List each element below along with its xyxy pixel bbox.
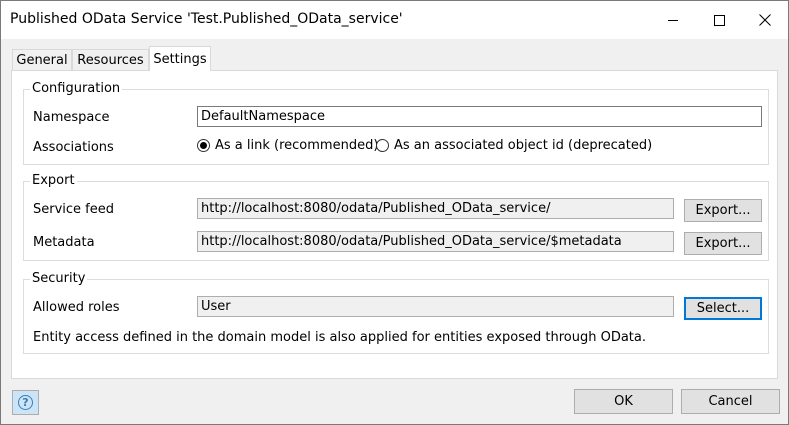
close-icon	[759, 14, 771, 26]
ok-button[interactable]: OK	[574, 389, 673, 414]
configuration-group-label: Configuration	[30, 81, 123, 96]
security-group: Security Allowed roles User Select... En…	[23, 271, 769, 354]
title-bar: Published OData Service 'Test.Published_…	[1, 1, 788, 39]
service-feed-label: Service feed	[33, 202, 115, 217]
association-link-radio[interactable]: As a link (recommended)	[197, 138, 378, 153]
export-group-label: Export	[30, 173, 77, 188]
security-group-label: Security	[30, 271, 88, 286]
close-button[interactable]	[742, 1, 788, 39]
metadata-field: http://localhost:8080/odata/Published_OD…	[197, 231, 674, 252]
metadata-export-button[interactable]: Export...	[684, 232, 762, 255]
help-icon: ?	[18, 395, 33, 410]
help-button[interactable]: ?	[12, 390, 39, 415]
association-id-label: As an associated object id (deprecated)	[394, 138, 653, 153]
associations-label: Associations	[33, 140, 114, 155]
settings-panel: Configuration Namespace DefaultNamespace…	[11, 70, 778, 379]
export-group: Export Service feed http://localhost:808…	[23, 173, 769, 261]
metadata-label: Metadata	[33, 235, 95, 250]
select-roles-button[interactable]: Select...	[684, 297, 762, 320]
window-title: Published OData Service 'Test.Published_…	[10, 11, 403, 27]
minimize-button[interactable]	[650, 1, 696, 39]
namespace-label: Namespace	[33, 110, 110, 125]
association-id-radio[interactable]: As an associated object id (deprecated)	[376, 138, 652, 153]
service-feed-export-button[interactable]: Export...	[684, 199, 762, 222]
minimize-icon	[668, 19, 678, 21]
radio-unselected-icon	[376, 139, 389, 152]
allowed-roles-field: User	[197, 296, 674, 317]
namespace-input[interactable]: DefaultNamespace	[197, 106, 762, 127]
service-feed-field: http://localhost:8080/odata/Published_OD…	[197, 198, 674, 219]
configuration-group: Configuration Namespace DefaultNamespace…	[23, 81, 769, 165]
tab-resources[interactable]: Resources	[72, 49, 149, 71]
tab-general[interactable]: General	[12, 49, 72, 71]
association-link-label: As a link (recommended)	[215, 138, 379, 153]
radio-selected-icon	[197, 139, 210, 152]
maximize-icon	[713, 14, 725, 26]
security-note: Entity access defined in the domain mode…	[33, 330, 646, 345]
allowed-roles-label: Allowed roles	[33, 300, 120, 315]
dialog-window: Published OData Service 'Test.Published_…	[0, 0, 789, 425]
cancel-button[interactable]: Cancel	[681, 389, 780, 414]
tab-settings[interactable]: Settings	[149, 46, 211, 71]
maximize-button[interactable]	[696, 1, 742, 39]
